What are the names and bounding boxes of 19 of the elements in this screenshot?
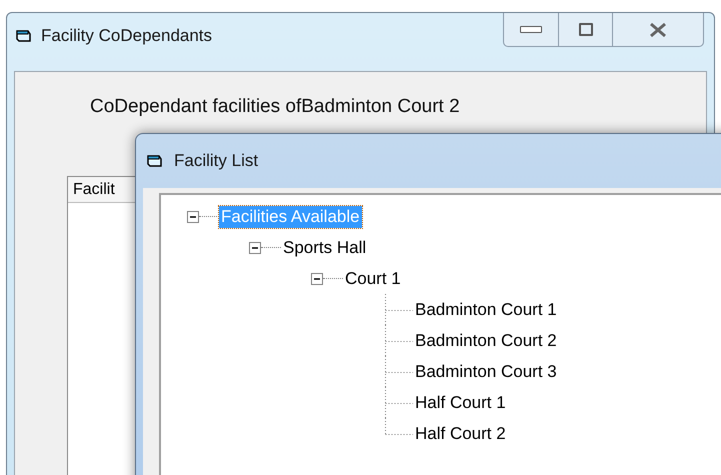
tree-line — [385, 325, 413, 356]
window-icon — [15, 28, 33, 44]
tree-item[interactable]: Half Court 2 — [413, 422, 508, 444]
collapse-icon[interactable] — [187, 210, 199, 222]
window-icon — [146, 153, 164, 169]
window-title: Facility List — [174, 150, 258, 172]
tree-item[interactable]: Half Court 1 — [413, 392, 508, 414]
tree-line — [385, 356, 413, 387]
heading: CoDependant facilities ofBadminton Court 2 — [90, 95, 461, 119]
tree-item[interactable]: Badminton Court 1 — [413, 298, 559, 320]
tree-item[interactable]: Sports Hall — [281, 236, 368, 258]
tree-item[interactable]: Court 1 — [343, 268, 403, 290]
tree-line — [385, 294, 413, 325]
close-icon — [649, 22, 667, 38]
tree-item[interactable]: Badminton Court 3 — [413, 360, 559, 382]
window-title: Facility CoDependants — [41, 25, 212, 48]
collapse-icon[interactable] — [249, 242, 261, 254]
collapse-icon[interactable] — [311, 272, 323, 284]
tree-item[interactable]: Badminton Court 2 — [413, 330, 559, 352]
